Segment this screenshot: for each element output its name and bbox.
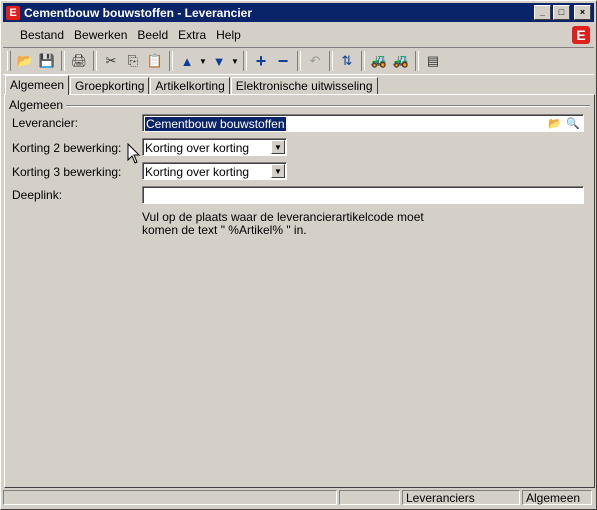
chevron-down-icon[interactable]: ▼ — [198, 57, 208, 66]
toolbar-separator — [329, 51, 333, 71]
tab-elektronische-uitwisseling[interactable]: Elektronische uitwisseling — [230, 77, 378, 95]
korting3-value: Korting over korting — [145, 165, 250, 179]
folder-icon[interactable]: 📂 — [547, 116, 563, 132]
brand-logo-icon: E — [572, 26, 590, 44]
korting3-label: Korting 3 bewerking: — [12, 165, 122, 179]
toolbar-separator — [93, 51, 97, 71]
status-cell-module: Leveranciers — [402, 490, 520, 505]
window-controls: _ □ × — [534, 5, 591, 20]
deeplink-label: Deeplink: — [12, 188, 63, 202]
save-icon[interactable]: 💾 — [36, 50, 58, 72]
main-window: E Cementbouw bouwstoffen - Leverancier _… — [0, 0, 597, 510]
undo-icon[interactable]: ↶ — [304, 50, 326, 72]
search-icon[interactable]: 🔍 — [565, 116, 581, 132]
chevron-down-icon[interactable]: ▼ — [271, 140, 285, 154]
status-cell-2 — [339, 490, 400, 505]
cut-icon[interactable]: ✂ — [100, 50, 122, 72]
group-divider — [65, 105, 590, 107]
toolbar-separator — [243, 51, 247, 71]
toolbar-separator — [169, 51, 173, 71]
menu-beeld[interactable]: Beeld — [132, 28, 173, 42]
add-icon[interactable]: + — [250, 50, 272, 72]
menu-extra[interactable]: Extra — [173, 28, 211, 42]
forklift-icon[interactable]: 🚜 — [368, 50, 390, 72]
copy-icon[interactable]: ⎘ — [122, 50, 144, 72]
chevron-down-icon[interactable]: ▼ — [271, 164, 285, 178]
paste-icon[interactable]: 📋 — [144, 50, 166, 72]
refresh-icon[interactable]: ⇅ — [336, 50, 358, 72]
toolbar-separator — [361, 51, 365, 71]
tab-groepkorting[interactable]: Groepkorting — [70, 77, 150, 95]
previous-icon[interactable]: ▲ — [176, 50, 198, 72]
korting2-value: Korting over korting — [145, 141, 250, 155]
leverancier-label: Leverancier: — [12, 116, 79, 130]
toolbar-separator — [61, 51, 65, 71]
deeplink-input[interactable] — [142, 186, 584, 204]
toolbar: 📂 💾 🖨 ✂ ⎘ 📋 ▲ ▼ ▼ ▼ + − ↶ ⇅ 🚜 🚜 ▤ — [3, 47, 594, 75]
status-cell-tab: Algemeen — [522, 490, 592, 505]
maximize-button[interactable]: □ — [553, 5, 570, 20]
tab-strip: Algemeen Groepkorting Artikelkorting Ele… — [5, 75, 379, 95]
toolbar-grip[interactable] — [7, 51, 11, 71]
menu-bar: Bestand Bewerken Beeld Extra Help E — [3, 25, 594, 45]
tab-panel: Algemeen Leverancier: Cementbouw bouwsto… — [4, 94, 595, 488]
window-title: Cementbouw bouwstoffen - Leverancier — [24, 5, 253, 20]
remove-icon[interactable]: − — [272, 50, 294, 72]
next-icon[interactable]: ▼ — [208, 50, 230, 72]
status-bar: Leveranciers Algemeen — [3, 490, 594, 507]
korting2-select[interactable]: Korting over korting ▼ — [142, 138, 287, 156]
korting3-select[interactable]: Korting over korting ▼ — [142, 162, 287, 180]
deeplink-hint: Vul op de plaats waar de leverancierarti… — [142, 211, 424, 237]
minimize-button[interactable]: _ — [534, 5, 551, 20]
mouse-cursor-icon — [127, 143, 141, 164]
leverancier-field[interactable]: Cementbouw bouwstoffen 📂 🔍 — [142, 114, 584, 132]
print-icon[interactable]: 🖨 — [68, 50, 90, 72]
toolbar-separator — [415, 51, 419, 71]
window-icon[interactable]: ▤ — [422, 50, 444, 72]
group-title: Algemeen — [9, 98, 67, 112]
app-icon[interactable]: E — [6, 5, 20, 20]
menu-bestand[interactable]: Bestand — [15, 28, 69, 42]
menu-bewerken[interactable]: Bewerken — [69, 28, 132, 42]
toolbar-separator — [297, 51, 301, 71]
hint-line-2: komen de text " %Artikel% " in. — [142, 223, 307, 237]
close-button[interactable]: × — [574, 5, 591, 20]
chevron-down-icon[interactable]: ▼ — [230, 57, 240, 66]
menu-help[interactable]: Help — [211, 28, 246, 42]
forklift-alt-icon[interactable]: 🚜 — [390, 50, 412, 72]
korting2-label: Korting 2 bewerking: — [12, 141, 122, 155]
status-cell-main — [3, 490, 337, 505]
open-icon[interactable]: 📂 — [14, 50, 36, 72]
tab-artikelkorting[interactable]: Artikelkorting — [150, 77, 230, 95]
tab-algemeen[interactable]: Algemeen — [5, 75, 70, 95]
title-bar[interactable]: E Cementbouw bouwstoffen - Leverancier _… — [3, 3, 594, 22]
leverancier-value: Cementbouw bouwstoffen — [145, 117, 286, 131]
